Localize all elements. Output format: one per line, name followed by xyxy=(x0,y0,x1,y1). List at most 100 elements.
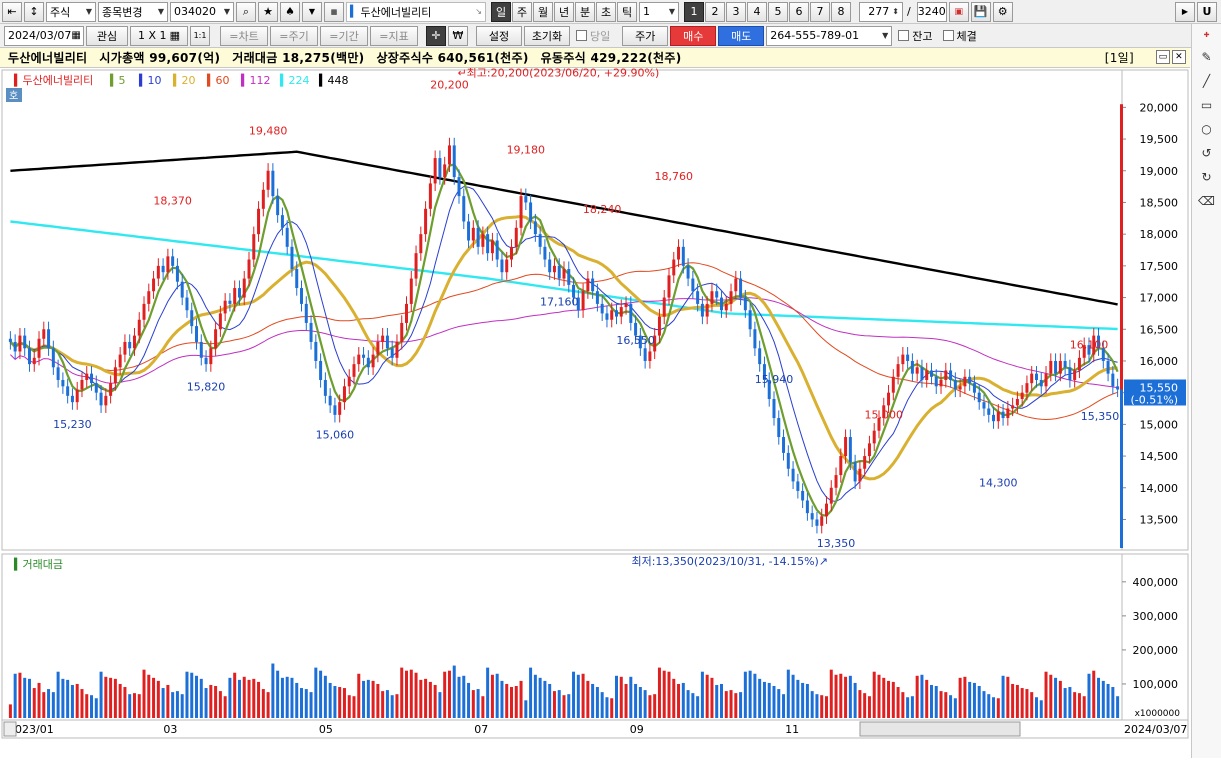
candle-body xyxy=(209,348,213,365)
volume-bar xyxy=(719,683,723,718)
star-icon[interactable]: ★ xyxy=(258,1,278,22)
range-button[interactable]: =기간 xyxy=(320,25,368,46)
volume-bar xyxy=(90,695,94,718)
volume-bar xyxy=(600,692,604,718)
period-tab-1[interactable]: 주 xyxy=(512,1,532,22)
chart-area[interactable]: 20,000 19,500 19,000 18,500 18,000 17,500 17,0… xyxy=(0,67,1190,758)
layout-tabs: 12345678 xyxy=(683,1,851,22)
candle-body xyxy=(1015,399,1019,406)
layout-tab-6[interactable]: 6 xyxy=(789,1,809,22)
layout-tab-2[interactable]: 2 xyxy=(705,1,725,22)
stock-chart-svg[interactable]: 20,000 19,500 19,000 18,500 18,000 17,500 17,0… xyxy=(0,67,1190,758)
candle-body xyxy=(290,246,294,270)
settings-button[interactable]: 설정 xyxy=(476,25,522,46)
candle-body xyxy=(786,452,790,469)
grid-layout-button[interactable]: 1 X 1 ▦ xyxy=(130,25,188,46)
layout-tab-5[interactable]: 5 xyxy=(768,1,788,22)
user-button[interactable]: U xyxy=(1197,1,1217,22)
reset-button[interactable]: 초기화 xyxy=(524,25,570,46)
volume-bar xyxy=(968,681,972,718)
scroll-left-button[interactable] xyxy=(3,721,17,737)
pencil-icon[interactable]: ✎ xyxy=(1196,46,1218,68)
tool-menu-icon[interactable]: ✚ xyxy=(1196,26,1218,44)
candle-body xyxy=(500,259,504,273)
x-tick-label: 05 xyxy=(319,723,333,736)
layout-tab-7[interactable]: 7 xyxy=(810,1,830,22)
one-to-one-icon[interactable]: 1:1 xyxy=(190,25,210,46)
volume-bar xyxy=(834,674,838,718)
candle-body xyxy=(1106,360,1110,374)
minimize-icon[interactable]: ▭ xyxy=(1156,50,1170,64)
candle-body xyxy=(195,326,199,342)
redo-icon[interactable]: ↻ xyxy=(1196,166,1218,188)
volume-bar xyxy=(366,679,370,718)
period-button[interactable]: =주기 xyxy=(270,25,318,46)
play-icon[interactable]: ▶ xyxy=(1175,1,1195,22)
crosshair-icon[interactable]: ✛ xyxy=(426,25,446,46)
sort-icon[interactable]: ↕ xyxy=(24,1,44,22)
volume-bar xyxy=(624,683,628,718)
volume-bar xyxy=(939,691,943,718)
period-tab-4[interactable]: 분 xyxy=(575,1,595,22)
watchlist-button[interactable]: 관심 xyxy=(86,25,128,46)
market-select[interactable]: 주식 ▼ xyxy=(46,1,96,22)
candle-body xyxy=(567,269,571,285)
price-button[interactable]: 주가 xyxy=(622,25,669,46)
won-icon[interactable]: ₩ xyxy=(448,25,468,46)
display-count-input[interactable]: 277 ⬍ xyxy=(859,1,903,22)
volume-bar xyxy=(877,674,881,718)
undo-icon[interactable]: ↺ xyxy=(1196,142,1218,164)
interval-select[interactable]: 1 ▼ xyxy=(639,1,679,22)
period-tab-0[interactable]: 일 xyxy=(491,1,511,22)
date-picker[interactable]: 2024/03/07 ▦ xyxy=(4,25,84,46)
sell-button[interactable]: 매도 xyxy=(718,25,765,46)
candle-body xyxy=(705,303,709,317)
line-icon[interactable]: ╱ xyxy=(1196,70,1218,92)
volume-bar xyxy=(734,693,738,718)
volume-bar xyxy=(266,692,270,718)
chart-button[interactable]: =차트 xyxy=(220,25,268,46)
scrollbar-thumb[interactable] xyxy=(859,721,1021,737)
candle-body xyxy=(204,357,208,365)
data-icon[interactable]: ▣ xyxy=(948,1,969,22)
account-select[interactable]: 264-555-789-01 ▼ xyxy=(766,25,893,46)
period-tab-5[interactable]: 초 xyxy=(596,1,616,22)
rectangle-icon[interactable]: ▭ xyxy=(1196,94,1218,116)
save-icon[interactable]: 💾 xyxy=(970,1,991,22)
layout-tab-1[interactable]: 1 xyxy=(684,1,704,22)
sameday-checkbox[interactable]: 당일 xyxy=(576,28,610,44)
period-tab-2[interactable]: 월 xyxy=(533,1,553,22)
volume-bar xyxy=(977,686,981,718)
stock-change-select[interactable]: 종목변경 ▼ xyxy=(98,1,168,22)
period-tab-6[interactable]: 틱 xyxy=(617,1,637,22)
stock-name-field[interactable]: ▍ 두산에너빌리티 ↘ xyxy=(346,1,486,22)
candle-body xyxy=(552,265,556,273)
volume-bar xyxy=(567,694,571,718)
vol-tick-label: 300,000 xyxy=(1133,610,1179,623)
close-icon[interactable]: ✕ xyxy=(1172,50,1186,64)
volume-bar xyxy=(657,667,661,718)
dropdown-arrow-icon[interactable]: ▼ xyxy=(302,1,322,22)
layout-tab-4[interactable]: 4 xyxy=(747,1,767,22)
circle-icon[interactable]: ○ xyxy=(1196,118,1218,140)
layout-tab-8[interactable]: 8 xyxy=(831,1,851,22)
volume-bar xyxy=(185,671,189,718)
candle-body xyxy=(953,379,957,390)
candle-body xyxy=(433,158,437,184)
stock-code-input[interactable]: 034020 ▼ xyxy=(170,1,234,22)
buy-button[interactable]: 매수 xyxy=(670,25,717,46)
search-icon[interactable]: ⌕ xyxy=(236,1,256,22)
eraser-icon[interactable]: ⌫ xyxy=(1196,190,1218,212)
panel-toggle-icon[interactable]: ⇤ xyxy=(2,1,22,22)
indicator-button[interactable]: =지표 xyxy=(370,25,418,46)
candle-body xyxy=(510,246,514,260)
fill-checkbox[interactable]: 체결 xyxy=(942,28,977,44)
gear-icon[interactable]: ⚙ xyxy=(992,1,1013,22)
calculator-icon[interactable]: ▦ xyxy=(324,1,344,22)
candle-body xyxy=(443,164,447,178)
layout-tab-3[interactable]: 3 xyxy=(726,1,746,22)
balance-checkbox[interactable]: 잔고 xyxy=(898,28,933,44)
spade-icon[interactable]: ♠ xyxy=(280,1,300,22)
period-tab-3[interactable]: 년 xyxy=(554,1,574,22)
volume-bar xyxy=(471,690,475,718)
